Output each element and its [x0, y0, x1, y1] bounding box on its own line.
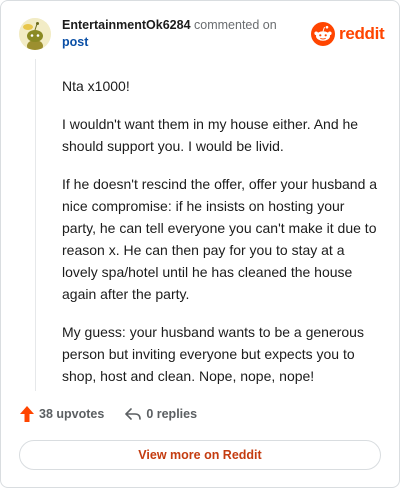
upvote-arrow-icon [19, 405, 35, 423]
reddit-comment-embed: EntertainmentOk6284 commented on post re… [0, 0, 400, 488]
username-link[interactable]: EntertainmentOk6284 [62, 18, 191, 32]
post-link[interactable]: post [62, 35, 88, 49]
comment-paragraph: If he doesn't rescind the offer, offer y… [62, 176, 378, 302]
comment-paragraph: I wouldn't want them in my house either.… [62, 116, 359, 154]
reddit-wordmark: reddit [339, 24, 385, 43]
action-text: commented on [194, 18, 277, 32]
upvotes-count: 38 upvotes [39, 407, 105, 421]
comment-paragraph: Nta x1000! [62, 78, 130, 94]
reply-arrow-icon [124, 406, 142, 422]
comment-footer: 38 upvotes 0 replies [19, 405, 197, 423]
comment-body: Nta x1000! I wouldn't want them in my ho… [62, 75, 382, 403]
snoo-avatar-icon[interactable] [19, 18, 51, 50]
comment-paragraph: My guess: your husband wants to be a gen… [62, 324, 364, 384]
replies-count: 0 replies [146, 407, 198, 421]
thread-line [35, 59, 36, 391]
replies-stat[interactable]: 0 replies [124, 406, 197, 422]
reddit-logo[interactable]: reddit [311, 21, 385, 47]
upvotes-stat[interactable]: 38 upvotes [19, 405, 104, 423]
view-more-button[interactable]: View more on Reddit [19, 440, 381, 470]
reddit-snoo-icon [311, 22, 335, 46]
comment-header: EntertainmentOk6284 commented on post [62, 17, 302, 51]
